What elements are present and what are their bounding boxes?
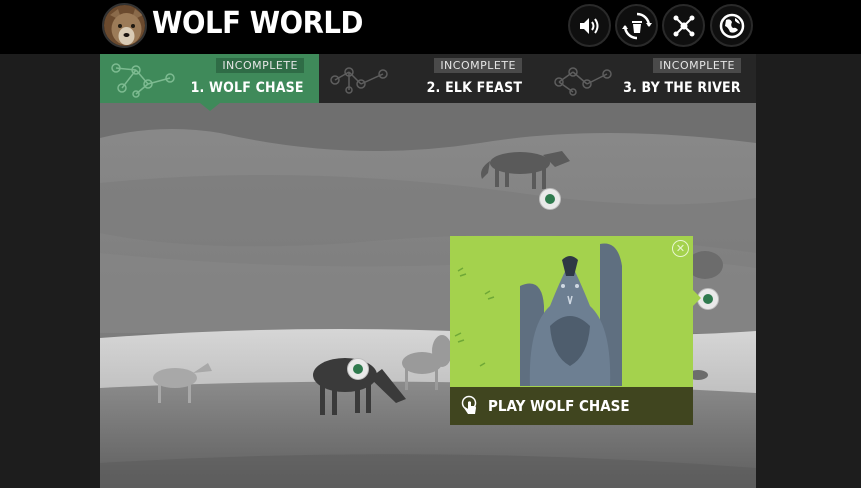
globe-button[interactable] (710, 4, 753, 47)
wolf-illustration (454, 243, 622, 386)
hotspot-wolf[interactable] (539, 188, 561, 210)
mission-popup: ✕ PLAY WOLF CHASE (450, 236, 693, 425)
active-tab-pointer (200, 103, 220, 111)
popup-arrow (693, 290, 701, 306)
tab-status-badge: INCOMPLETE (216, 58, 304, 73)
tab-by-the-river[interactable]: INCOMPLETE 3. BY THE RIVER (537, 54, 756, 103)
sound-button[interactable] (568, 4, 611, 47)
close-icon: ✕ (675, 242, 686, 255)
network-button[interactable] (662, 4, 705, 47)
globe-icon (719, 13, 744, 38)
tab-label: 3. BY THE RIVER (623, 80, 741, 96)
hotspot-dot (545, 194, 555, 204)
tab-label: 2. ELK FEAST (426, 80, 522, 96)
sound-icon (579, 17, 598, 34)
tab-label: 1. WOLF CHASE (190, 80, 304, 96)
network-icon (673, 15, 694, 36)
mission-tabs: INCOMPLETE 1. WOLF CHASE INCOMPLETE 2. E… (100, 54, 756, 103)
tab-status-badge: INCOMPLETE (653, 58, 741, 73)
wolf-avatar (102, 3, 147, 48)
tab-wolf-chase[interactable]: INCOMPLETE 1. WOLF CHASE (100, 54, 319, 103)
tab-status-badge: INCOMPLETE (434, 58, 522, 73)
network-icon (554, 67, 612, 96)
hotspot-dot (353, 364, 363, 374)
reset-button[interactable] (615, 4, 658, 47)
play-label: PLAY WOLF CHASE (488, 397, 630, 415)
play-wolf-chase-button[interactable]: PLAY WOLF CHASE (450, 387, 693, 425)
network-icon (111, 63, 175, 98)
recycle-trash-icon (621, 12, 652, 39)
top-bar: WOLF WORLD (0, 0, 861, 54)
network-icon (330, 67, 388, 94)
tab-elk-feast[interactable]: INCOMPLETE 2. ELK FEAST (319, 54, 537, 103)
hotspot-elk[interactable] (347, 358, 369, 380)
close-popup-button[interactable]: ✕ (672, 240, 689, 257)
hotspot-dot (703, 294, 713, 304)
hand-pointer-icon (461, 395, 477, 414)
app-title: WOLF WORLD (152, 6, 364, 41)
